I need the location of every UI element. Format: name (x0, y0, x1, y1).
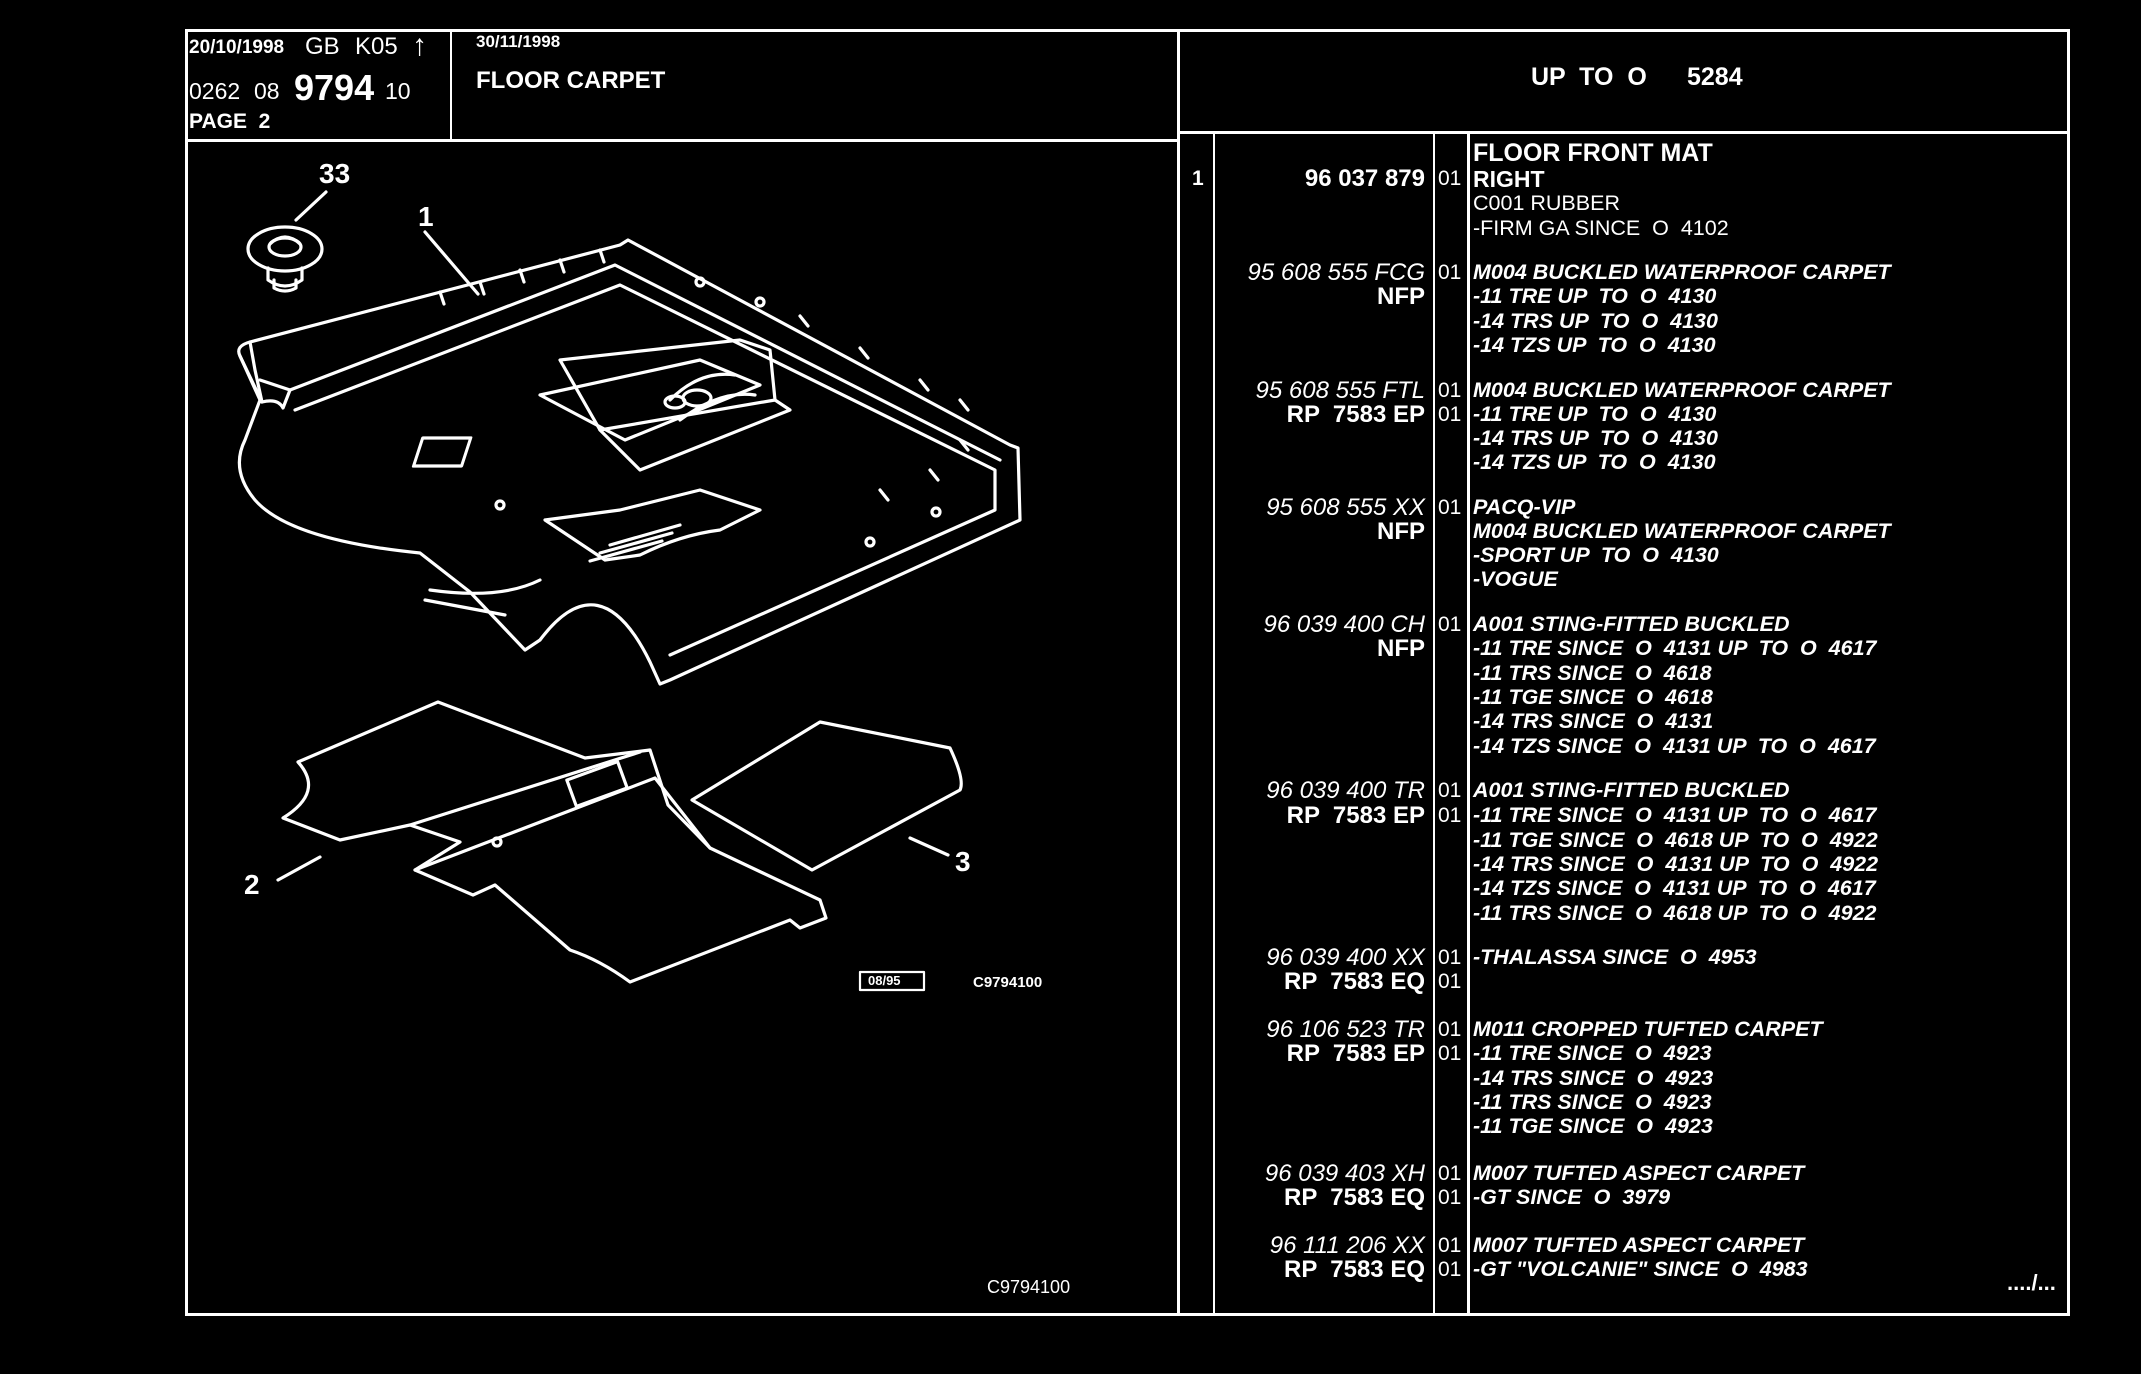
part-description: M007 TUFTED ASPECT CARPET (1473, 1161, 1805, 1185)
quantity: 01 (1438, 1018, 1462, 1041)
quantity: 01 (1438, 1258, 1462, 1281)
part-number: 95 608 555 XX (1266, 494, 1425, 521)
part-description: -14 TRS SINCE O 4923 (1473, 1066, 1714, 1090)
callout-2: 2 (244, 869, 260, 900)
quantity: 01 (1438, 779, 1462, 802)
part-number: 96 039 400 TR (1266, 777, 1425, 804)
part-description: -THALASSA SINCE O 4953 (1473, 945, 1757, 969)
quantity: 01 (1438, 1162, 1462, 1185)
bottom-code: C9794100 (987, 1277, 1071, 1297)
quantity: 01 (1438, 379, 1462, 402)
part-description: -14 TRS UP TO O 4130 (1473, 309, 1718, 333)
part-description: -14 TRS SINCE O 4131 UP TO O 4922 (1473, 852, 1879, 876)
carpet-part-1 (237, 230, 1022, 686)
part-number: 96 039 400 XX (1266, 944, 1425, 971)
part-description: M007 TUFTED ASPECT CARPET (1473, 1233, 1805, 1257)
parts-title: FLOOR FRONT MAT (1473, 139, 1713, 167)
part-number: 95 608 555 FCG (1247, 259, 1425, 286)
floor-carpet-diagram (237, 190, 1022, 992)
part-description: -GT "VOLCANIE" SINCE O 4983 (1473, 1257, 1808, 1281)
part-description: -FIRM GA SINCE O 4102 (1473, 216, 1729, 240)
part-number: RP 7583 EP (1286, 1040, 1425, 1067)
part-description: -VOGUE (1473, 567, 1558, 591)
quantity: 01 (1438, 613, 1462, 636)
part-description: -11 TRS SINCE O 4618 UP TO O 4922 (1473, 901, 1877, 925)
part-description: -11 TRS SINCE O 4618 (1473, 661, 1712, 685)
part-number: 96 039 403 XH (1264, 1160, 1425, 1187)
part-description: -11 TRE SINCE O 4923 (1473, 1041, 1712, 1065)
part-description: M004 BUCKLED WATERPROOF CARPET (1473, 378, 1891, 402)
quantity: 01 (1438, 496, 1462, 519)
part-description: -14 TRS UP TO O 4130 (1473, 426, 1718, 450)
part-number: RP 7583 EQ (1284, 1256, 1425, 1283)
part-number: NFP (1377, 283, 1425, 310)
part-number: RP 7583 EP (1286, 401, 1425, 428)
part-description: -14 TZS SINCE O 4131 UP TO O 4617 (1473, 734, 1876, 758)
quantity: 01 (1438, 1186, 1462, 1209)
quantity: 01 (1438, 167, 1462, 190)
part-number: RP 7583 EQ (1284, 1184, 1425, 1211)
mat-part-3 (690, 720, 963, 872)
stamp-box-text: 08/95 (868, 973, 901, 988)
quantity: 01 (1438, 970, 1462, 993)
part-description: -11 TRS SINCE O 4923 (1473, 1090, 1712, 1114)
quantity: 01 (1438, 403, 1462, 426)
part-description: C001 RUBBER (1473, 191, 1620, 215)
part-description: -SPORT UP TO O 4130 (1473, 543, 1719, 567)
part-description: -11 TRE SINCE O 4131 UP TO O 4617 (1473, 803, 1877, 827)
callout-33: 33 (319, 158, 351, 189)
part-description: -14 TZS SINCE O 4131 UP TO O 4617 (1473, 876, 1876, 900)
part-description: M004 BUCKLED WATERPROOF CARPET (1473, 260, 1891, 284)
quantity: 01 (1438, 804, 1462, 827)
part-description: -11 TRE UP TO O 4130 (1473, 284, 1717, 308)
part-description: -11 TGE SINCE O 4618 (1473, 685, 1713, 709)
part-number: 96 106 523 TR (1266, 1016, 1425, 1043)
parts-ref-number: 1 (1192, 167, 1204, 190)
quantity: 01 (1438, 1042, 1462, 1065)
part-description: A001 STING-FITTED BUCKLED (1473, 778, 1790, 802)
part-description: M011 CROPPED TUFTED CARPET (1473, 1017, 1823, 1041)
part-description: PACQ-VIP (1473, 495, 1576, 519)
part-description: -GT SINCE O 3979 (1473, 1185, 1671, 1209)
mat-part-2 (276, 700, 828, 984)
continued-marker: ..../... (2007, 1270, 2056, 1295)
part-description: -11 TRE SINCE O 4131 UP TO O 4617 (1473, 636, 1877, 660)
part-description: RIGHT (1473, 166, 1545, 192)
part-number: 95 608 555 FTL (1255, 377, 1425, 404)
part-description: -14 TZS UP TO O 4130 (1473, 333, 1716, 357)
part-number: NFP (1377, 635, 1425, 662)
callout-3: 3 (955, 846, 971, 877)
part-number: 96 039 400 CH (1263, 611, 1425, 638)
quantity: 01 (1438, 261, 1462, 284)
part-description: -11 TGE SINCE O 4923 (1473, 1114, 1713, 1138)
part-description: -14 TZS UP TO O 4130 (1473, 450, 1716, 474)
part-description: M004 BUCKLED WATERPROOF CARPET (1473, 519, 1891, 543)
part-number: NFP (1377, 518, 1425, 545)
quantity: 01 (1438, 946, 1462, 969)
stamp-code: C9794100 (973, 974, 1043, 991)
quantity: 01 (1438, 1234, 1462, 1257)
callout-1: 1 (418, 201, 434, 232)
part-number: 96 037 879 (1304, 165, 1425, 192)
part-description: A001 STING-FITTED BUCKLED (1473, 612, 1790, 636)
part-number: RP 7583 EP (1286, 802, 1425, 829)
part-number: 96 111 206 XX (1269, 1232, 1425, 1259)
clip-33-icon (246, 190, 328, 293)
part-description: -11 TGE SINCE O 4618 UP TO O 4922 (1473, 828, 1878, 852)
part-number: RP 7583 EQ (1284, 968, 1425, 995)
part-description: -14 TRS SINCE O 4131 (1473, 709, 1714, 733)
part-description: -11 TRE UP TO O 4130 (1473, 402, 1717, 426)
